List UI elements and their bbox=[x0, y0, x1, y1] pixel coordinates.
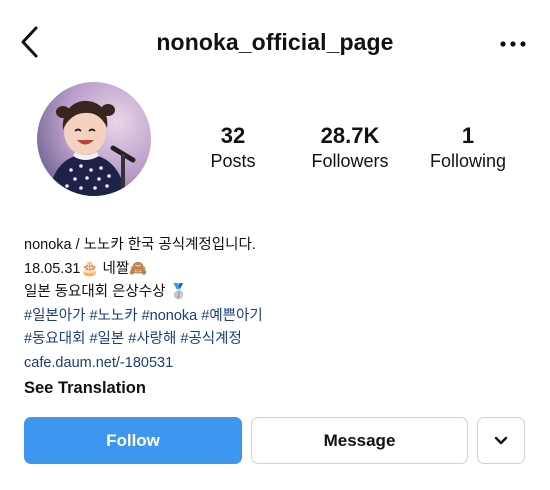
hashtag-link[interactable]: #nonoka bbox=[142, 308, 198, 324]
hashtag-link[interactable]: #일본아가 bbox=[24, 308, 85, 324]
posts-label: Posts bbox=[210, 151, 256, 171]
hashtag-link[interactable]: #노노카 bbox=[89, 308, 137, 324]
profile-page: nonoka_official_page 32 Posts 28.7K Foll… bbox=[0, 0, 550, 490]
follow-button[interactable]: Follow bbox=[24, 417, 242, 464]
followers-count[interactable]: 28.7K Followers bbox=[302, 124, 398, 172]
external-link[interactable]: cafe.daum.net/-180531 bbox=[24, 352, 263, 376]
profile-username: nonoka_official_page bbox=[156, 29, 394, 55]
more-dots-icon bbox=[500, 41, 526, 47]
profile-photo bbox=[37, 82, 151, 196]
profile-bio: nonoka / 노노카 한국 공식계정입니다. 18.05.31🎂 네짤🙈 일… bbox=[24, 234, 263, 401]
followers-value: 28.7K bbox=[320, 123, 380, 148]
bio-line-birthday: 18.05.31🎂 네짤🙈 bbox=[24, 258, 263, 282]
following-value: 1 bbox=[461, 123, 475, 148]
hashtag-link[interactable]: #공식계정 bbox=[180, 331, 241, 347]
followers-label: Followers bbox=[311, 151, 389, 171]
see-translation-link[interactable]: See Translation bbox=[24, 375, 263, 401]
message-button[interactable]: Message bbox=[251, 417, 468, 464]
hashtag-row: #일본아가 #노노카 #nonoka #예쁜아기 bbox=[24, 305, 263, 329]
following-count[interactable]: 1 Following bbox=[420, 124, 516, 172]
award-text: 일본 동요대회 은상수상 bbox=[24, 284, 170, 300]
birthday-date: 18.05.31 bbox=[24, 260, 81, 277]
silver-medal-emoji: 🥈 bbox=[169, 284, 188, 300]
hashtag-link[interactable]: #일본 bbox=[89, 331, 124, 347]
hashtag-row: #동요대회 #일본 #사랑해 #공식계정 bbox=[24, 328, 263, 352]
hashtag-link[interactable]: #동요대회 bbox=[24, 331, 85, 347]
posts-count[interactable]: 32 Posts bbox=[195, 124, 271, 172]
hashtag-link[interactable]: #사랑해 bbox=[128, 331, 176, 347]
bio-line-award: 일본 동요대회 은상수상 🥈 bbox=[24, 281, 263, 305]
bio-line-name: nonoka / 노노카 한국 공식계정입니다. bbox=[24, 237, 256, 253]
following-label: Following bbox=[429, 151, 507, 171]
chevron-down-icon bbox=[494, 436, 508, 444]
bio-text: 네짤 bbox=[98, 260, 130, 277]
hashtag-link[interactable]: #예쁜아기 bbox=[201, 308, 262, 324]
cake-emoji: 🎂 bbox=[80, 260, 99, 277]
avatar[interactable] bbox=[37, 82, 151, 196]
posts-value: 32 bbox=[220, 123, 246, 148]
suggested-accounts-button[interactable] bbox=[477, 417, 525, 464]
more-options-button[interactable] bbox=[496, 36, 532, 52]
monkey-emoji: 🙈 bbox=[129, 260, 148, 277]
